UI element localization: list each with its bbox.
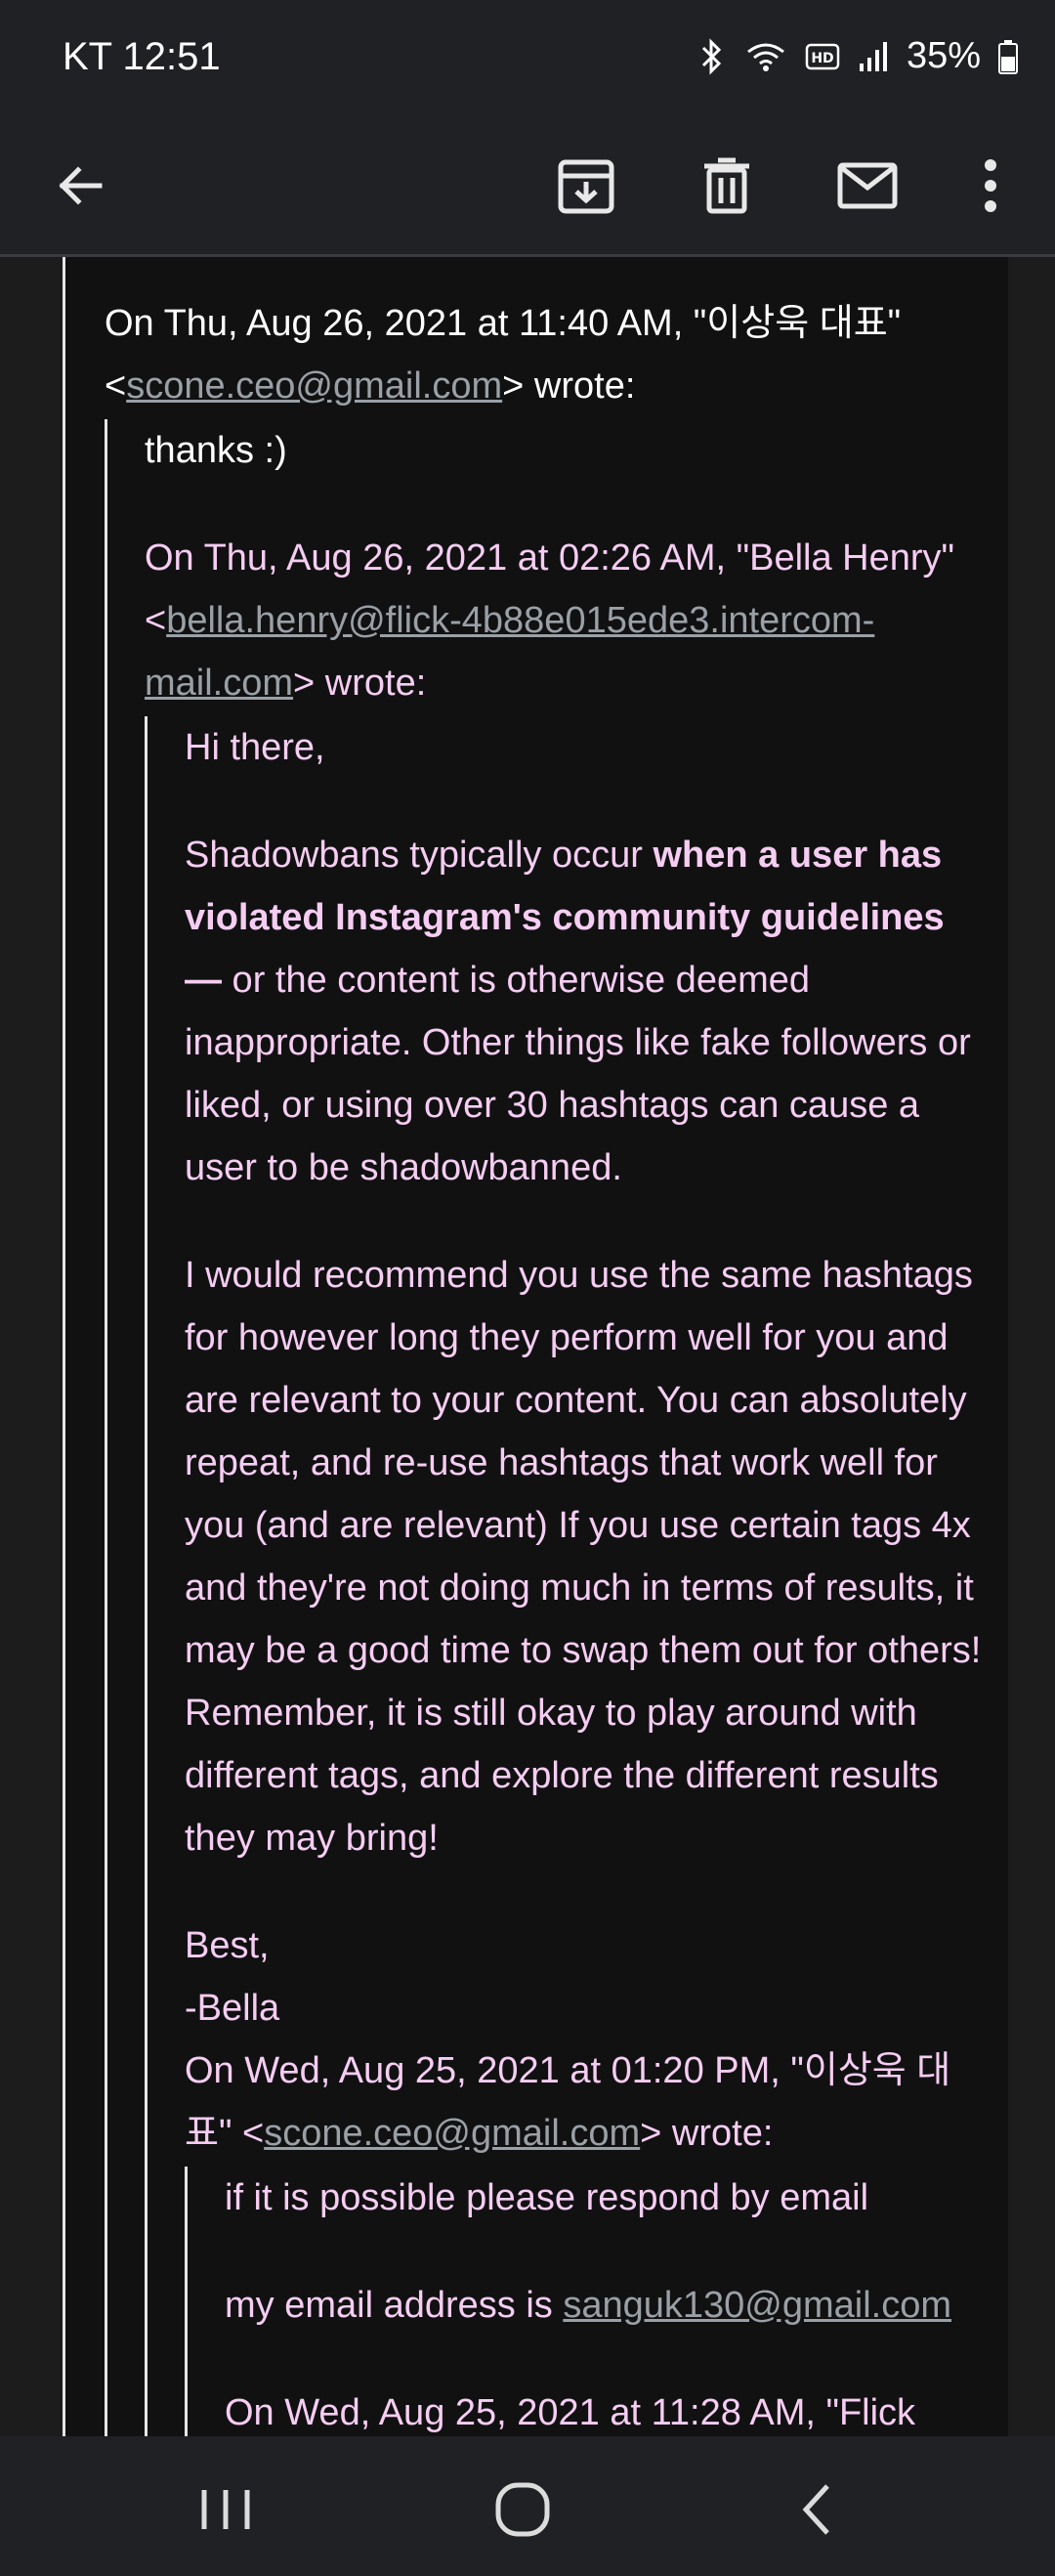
- status-icons: HD 35%: [697, 35, 1018, 77]
- mark-unread-button[interactable]: [823, 141, 912, 231]
- home-button[interactable]: [479, 2466, 567, 2554]
- back-button[interactable]: [35, 141, 125, 231]
- email-link[interactable]: scone.ceo@gmail.com: [126, 365, 502, 407]
- signal-icon: [859, 41, 887, 71]
- carrier-time: KT 12:51: [63, 35, 221, 78]
- back-arrow-icon: [59, 166, 103, 205]
- more-vert-icon: [985, 159, 996, 212]
- archive-button[interactable]: [541, 141, 631, 231]
- quote-level-4: if it is possible please respond by emai…: [185, 2167, 989, 2436]
- q4-line-3: On Wed, Aug 25, 2021 at 11:28 AM, "Flick: [225, 2392, 916, 2433]
- q4-line-2: my email address is sanguk130@gmail.com: [225, 2285, 951, 2326]
- bluetooth-icon: [701, 37, 722, 75]
- svg-text:HD: HD: [811, 51, 833, 66]
- signoff: Best, -Bella: [185, 1925, 280, 2029]
- delete-button[interactable]: [682, 141, 772, 231]
- archive-icon: [558, 159, 614, 214]
- recents-icon: [201, 2490, 250, 2529]
- reply1-header: On Thu, Aug 26, 2021 at 11:40 AM, "이상욱 대…: [105, 303, 902, 407]
- trash-icon: [704, 157, 749, 214]
- paragraph-1: Shadowbans typically occur when a user h…: [185, 835, 971, 1188]
- nav-back-icon: [802, 2484, 829, 2535]
- quote-level-3: Hi there, Shadowbans typically occur whe…: [145, 716, 989, 2436]
- email-link[interactable]: sanguk130@gmail.com: [563, 2285, 951, 2326]
- q4-line-1: if it is possible please respond by emai…: [225, 2177, 869, 2218]
- email-link[interactable]: scone.ceo@gmail.com: [264, 2113, 640, 2154]
- battery-icon: [998, 39, 1018, 74]
- reply1-body: thanks :): [145, 430, 287, 471]
- email-toolbar: [0, 117, 1055, 257]
- quote-level-1: On Thu, Aug 26, 2021 at 11:40 AM, "이상욱 대…: [105, 292, 989, 2436]
- quoted-thread: On Thu, Aug 26, 2021 at 11:40 AM, "이상욱 대…: [63, 257, 1008, 2436]
- recents-button[interactable]: [182, 2466, 270, 2554]
- wifi-icon: [747, 43, 784, 71]
- home-icon: [495, 2482, 550, 2537]
- system-nav-bar: [0, 2436, 1055, 2576]
- greeting: Hi there,: [185, 727, 325, 768]
- email-link[interactable]: bella.henry@flick-4b88e015ede3.intercom-…: [145, 600, 874, 704]
- battery-percent: 35%: [906, 35, 981, 76]
- reply2-header: On Thu, Aug 26, 2021 at 02:26 AM, "Bella…: [145, 537, 955, 704]
- reply3-header: On Wed, Aug 25, 2021 at 01:20 PM, "이상욱 대…: [185, 2050, 951, 2154]
- status-bar: KT 12:51 HD 35%: [0, 0, 1055, 117]
- more-options-button[interactable]: [946, 141, 1035, 231]
- quote-level-2: thanks :) On Thu, Aug 26, 2021 at 02:26 …: [105, 419, 989, 2436]
- mail-icon: [837, 162, 898, 209]
- nav-back-button[interactable]: [774, 2466, 862, 2554]
- paragraph-2: I would recommend you use the same hasht…: [185, 1255, 982, 1859]
- hd-icon: HD: [805, 43, 840, 69]
- email-body[interactable]: On Thu, Aug 26, 2021 at 11:40 AM, "이상욱 대…: [0, 257, 1055, 2436]
